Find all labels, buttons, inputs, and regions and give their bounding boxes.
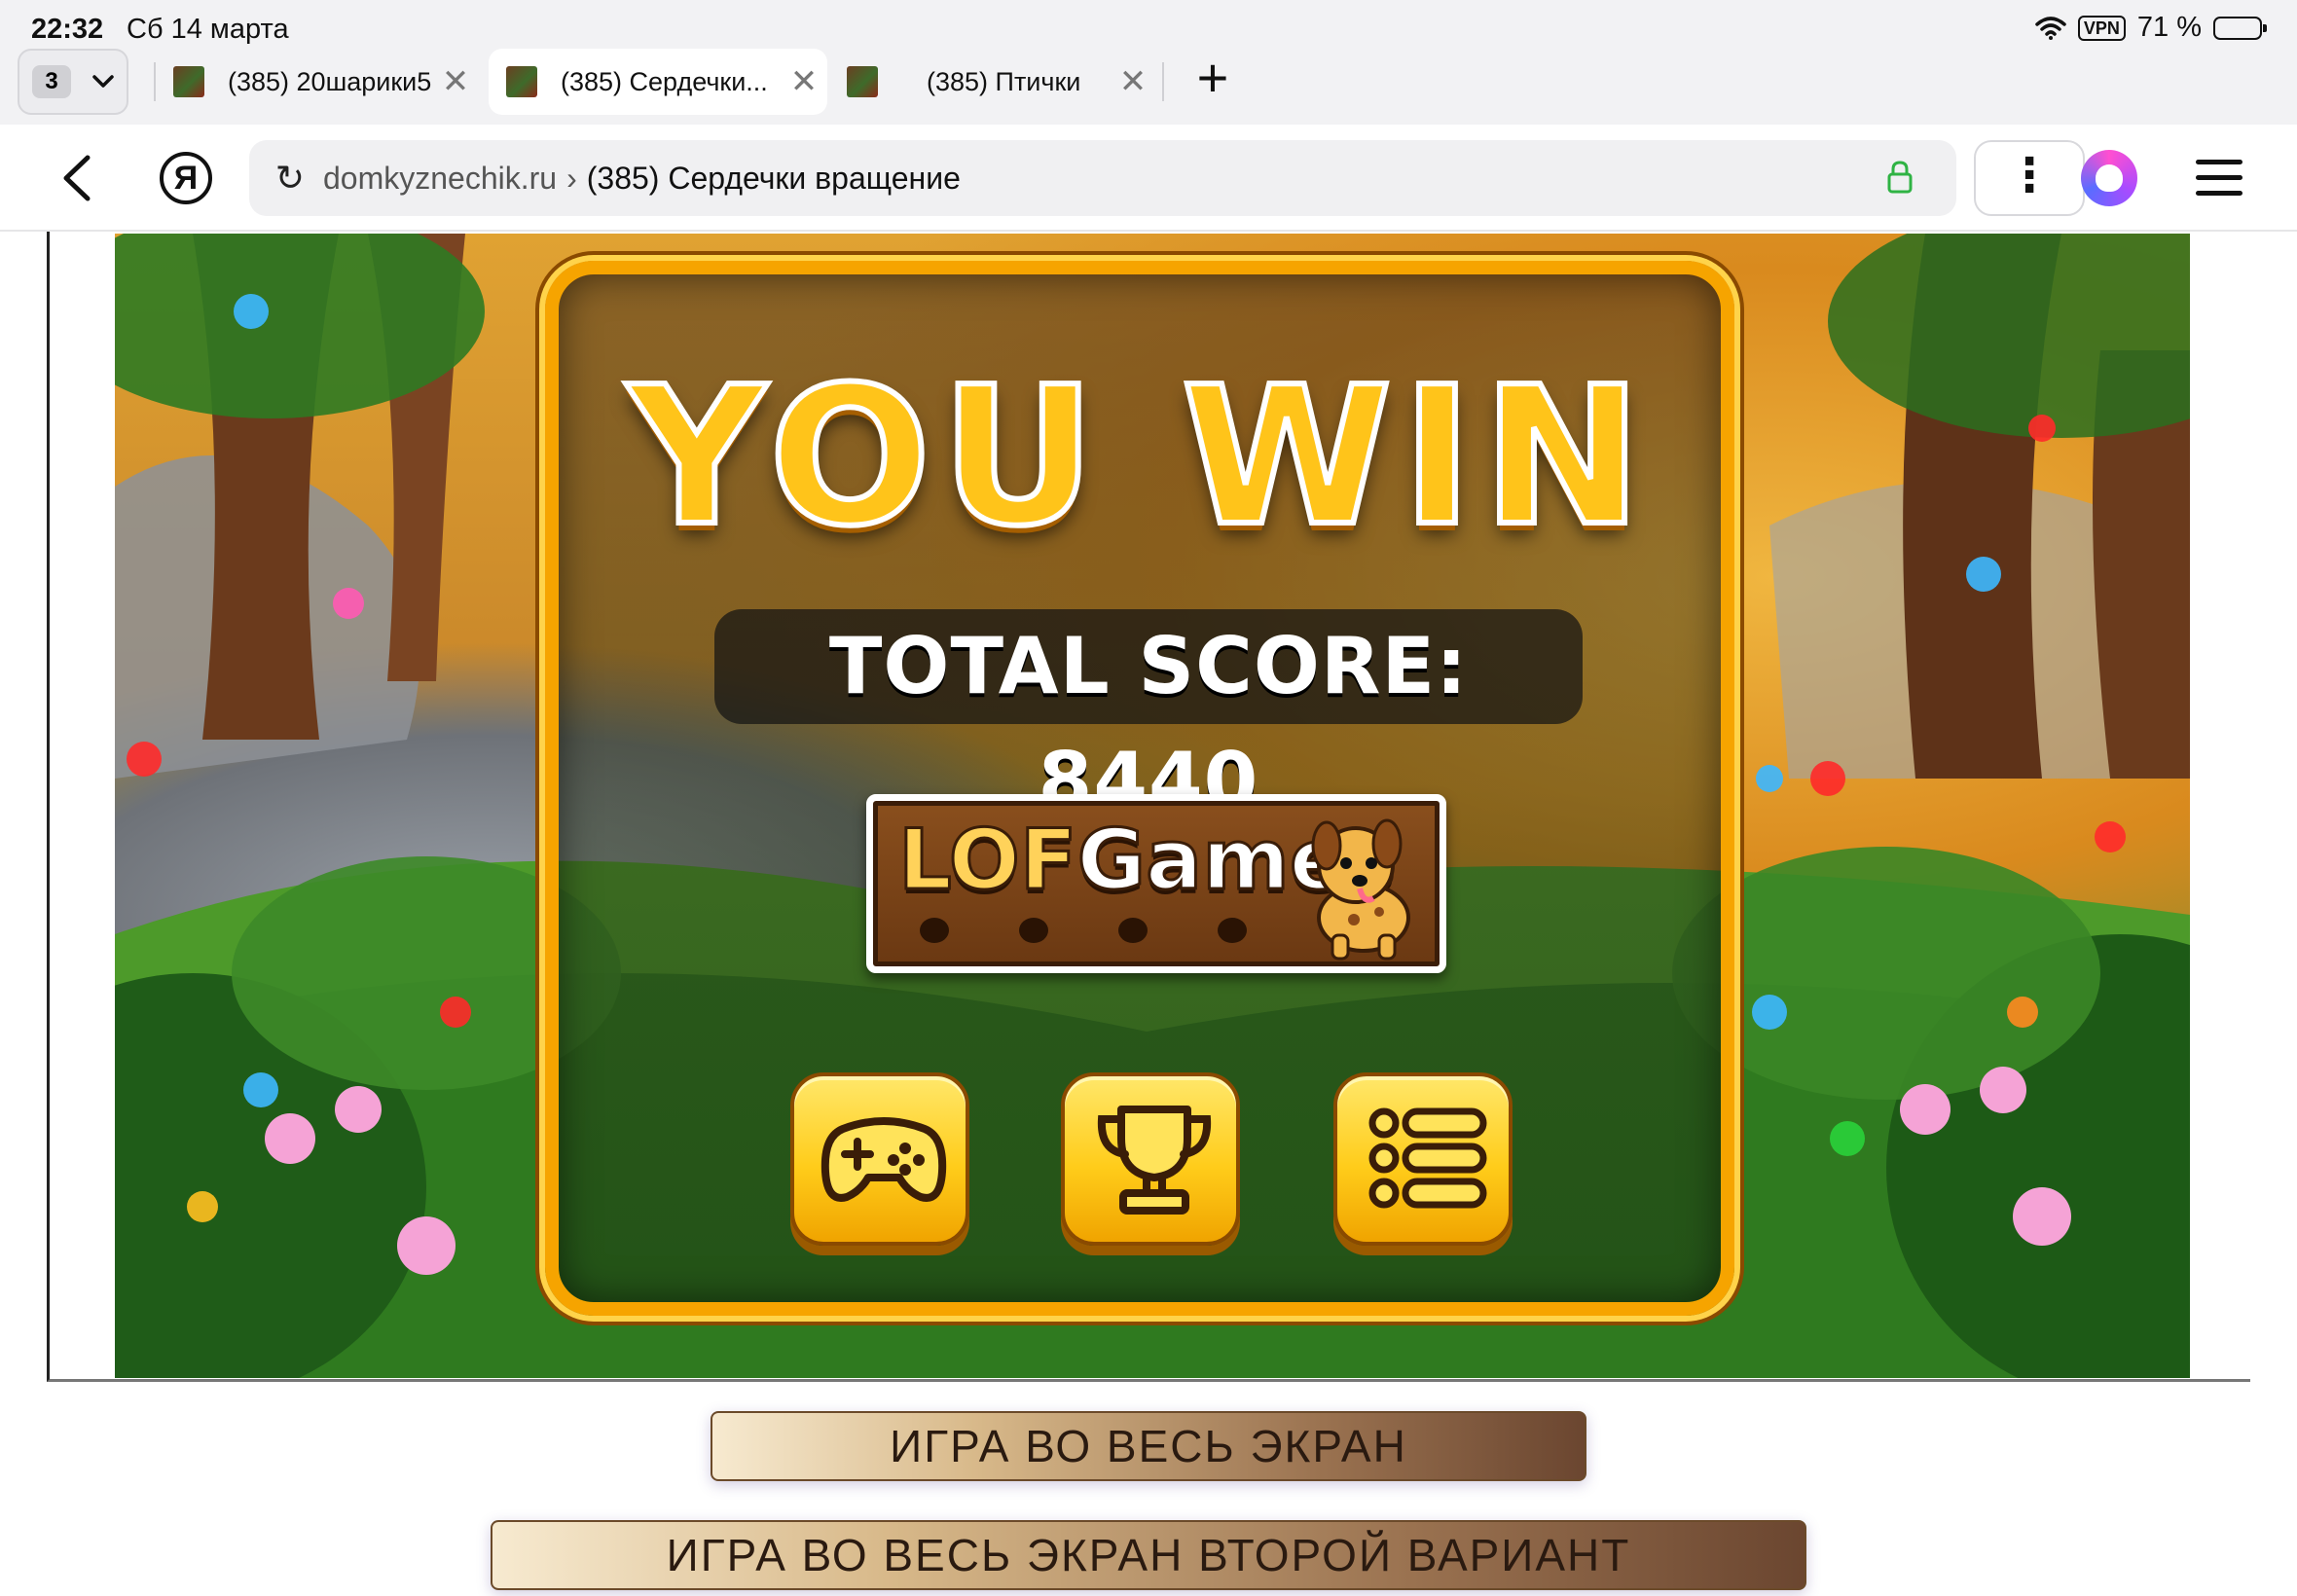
tab-strip: 3 (385) 20шарики5 ✕ (385) Сердечки... ✕ …	[0, 47, 2297, 125]
tab-3[interactable]: (385) Птички ✕	[829, 49, 1156, 115]
tab-title: (385) 20шарики5	[228, 66, 432, 96]
lock-icon[interactable]	[1886, 160, 1914, 195]
site-favicon-icon	[506, 66, 537, 97]
fullscreen-alt-button[interactable]: ИГРА ВО ВЕСЬ ЭКРАН ВТОРОЙ ВАРИАНТ	[491, 1520, 1806, 1590]
tab-2[interactable]: (385) Сердечки... ✕	[489, 49, 827, 115]
screen: 22:32 Сб 14 марта VPN 71 % 3 (385) 20шар…	[0, 0, 2297, 1596]
navigation-bar: Я ↻ domkyznechik.ru › (385) Сердечки вра…	[0, 125, 2297, 232]
wifi-icon	[2035, 16, 2066, 40]
site-favicon-icon	[173, 66, 204, 97]
paw-prints-icon	[920, 918, 1247, 943]
close-icon[interactable]: ✕	[781, 62, 827, 101]
reload-icon[interactable]: ↻	[271, 158, 310, 199]
gamepad-icon	[820, 1117, 947, 1202]
vpn-badge: VPN	[2077, 15, 2126, 41]
alice-assistant-icon[interactable]	[2081, 150, 2137, 206]
status-bar: 22:32 Сб 14 марта VPN 71 %	[0, 0, 2297, 47]
main-menu-button[interactable]	[1333, 1072, 1513, 1246]
tab-count-button[interactable]: 3	[18, 49, 128, 115]
total-score: TOTAL SCORE: 8440	[714, 609, 1583, 826]
puppy-mascot-icon	[1311, 818, 1410, 961]
address-bar[interactable]: ↻ domkyznechik.ru › (385) Сердечки враще…	[249, 140, 1956, 216]
tab-count: 3	[32, 65, 71, 98]
win-dialog: YOU WIN TOTAL SCORE: 8440 LOFGames	[545, 261, 1734, 1316]
status-icons: VPN 71 %	[2035, 12, 2267, 44]
status-time: 22:32	[31, 14, 104, 45]
tab-title: (385) Птички	[927, 66, 1081, 96]
site-favicon-icon	[847, 66, 878, 97]
hamburger-menu-icon[interactable]	[2196, 160, 2242, 199]
back-arrow-icon[interactable]	[51, 150, 107, 206]
close-icon[interactable]: ✕	[1110, 62, 1156, 101]
tab-1[interactable]: (385) 20шарики5 ✕	[156, 49, 479, 115]
yandex-logo-icon[interactable]: Я	[160, 152, 212, 204]
game-canvas[interactable]: YOU WIN TOTAL SCORE: 8440 LOFGames	[115, 234, 2190, 1378]
url-page-title: (385) Сердечки вращение	[586, 160, 961, 196]
you-win-title: YOU WIN	[625, 346, 1653, 568]
url-separator: ›	[566, 160, 577, 196]
play-again-button[interactable]	[790, 1072, 969, 1246]
new-tab-button[interactable]: +	[1185, 51, 1240, 109]
more-options-button[interactable]: ⋮	[1974, 140, 2085, 216]
fullscreen-button[interactable]: ИГРА ВО ВЕСЬ ЭКРАН	[711, 1411, 1586, 1481]
tab-divider	[1162, 62, 1164, 101]
trophy-icon	[1097, 1106, 1212, 1215]
lofgames-logo[interactable]: LOFGames	[866, 794, 1446, 973]
chevron-down-icon	[92, 75, 114, 88]
status-date: Сб 14 марта	[127, 14, 289, 45]
close-icon[interactable]: ✕	[432, 62, 479, 101]
tab-title: (385) Сердечки...	[561, 66, 768, 96]
battery-icon	[2213, 16, 2267, 40]
battery-percent: 71 %	[2136, 12, 2202, 43]
url-domain: domkyznechik.ru	[323, 160, 558, 196]
leaderboard-button[interactable]	[1061, 1072, 1240, 1246]
list-icon	[1368, 1107, 1487, 1209]
